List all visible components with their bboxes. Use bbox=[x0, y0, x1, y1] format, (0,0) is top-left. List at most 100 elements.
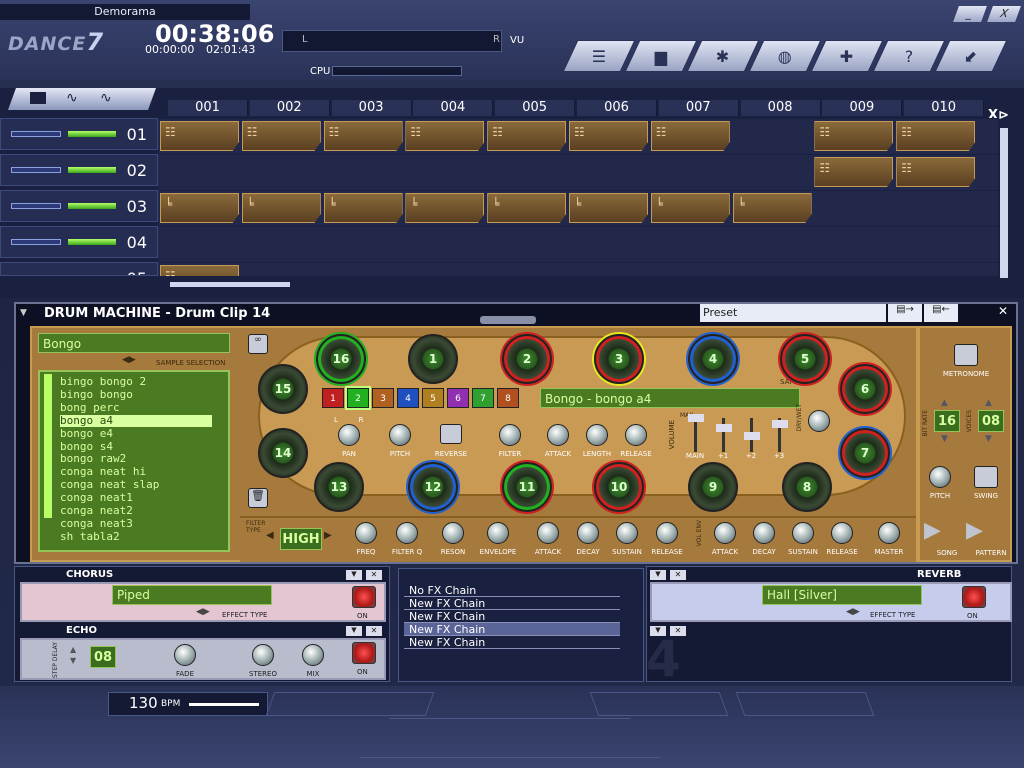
pattern-icon[interactable]: ∞ bbox=[248, 334, 268, 354]
wave-view-icon[interactable]: ∿ bbox=[66, 90, 78, 106]
fx-chain-item[interactable]: New FX Chain bbox=[404, 623, 620, 636]
drum-pad[interactable]: 1 bbox=[408, 334, 458, 384]
chorus-close-icon[interactable]: ✕ bbox=[366, 570, 382, 580]
pan-knob[interactable] bbox=[338, 424, 360, 446]
dm-close-icon[interactable]: ✕ bbox=[998, 304, 1008, 318]
close-button[interactable]: X bbox=[987, 6, 1021, 22]
sample-list-item[interactable]: conga neat slap bbox=[60, 478, 212, 492]
pitch-knob[interactable] bbox=[389, 424, 411, 446]
sample-list-item[interactable]: bongo e4 bbox=[60, 427, 212, 441]
save-preset-button[interactable]: ▤← bbox=[924, 304, 958, 322]
swing-button[interactable] bbox=[974, 466, 998, 488]
plus2-slider-handle[interactable] bbox=[744, 432, 760, 440]
column-header[interactable]: 004 bbox=[413, 100, 494, 116]
reverb-close-icon[interactable]: ✕ bbox=[670, 570, 686, 580]
plus1-slider-handle[interactable] bbox=[716, 424, 732, 432]
drum-pad[interactable]: 12 bbox=[408, 462, 458, 512]
fx-chain-item[interactable]: No FX Chain bbox=[404, 584, 620, 597]
fx-chain-item[interactable]: New FX Chain bbox=[404, 610, 620, 623]
track-pan-meter[interactable] bbox=[11, 167, 61, 173]
sample-list-item[interactable]: conga neat2 bbox=[60, 504, 212, 518]
sample-clip[interactable]: ╘ bbox=[650, 193, 730, 223]
track-pan-meter[interactable] bbox=[11, 131, 61, 137]
trash-icon[interactable]: 🗑 bbox=[248, 488, 268, 508]
sequence-button[interactable]: 3 bbox=[372, 388, 394, 408]
sequence-button[interactable]: 5 bbox=[422, 388, 444, 408]
column-header[interactable]: 003 bbox=[331, 100, 412, 116]
filter-knob[interactable] bbox=[499, 424, 521, 446]
drum-pad[interactable]: 7 bbox=[840, 428, 890, 478]
sample-clip[interactable]: ╘ bbox=[569, 193, 648, 223]
drum-pad[interactable]: 10 bbox=[594, 462, 644, 512]
reverb-on-button[interactable] bbox=[962, 586, 986, 608]
track-header[interactable]: 05 bbox=[0, 262, 158, 276]
filter-release-knob[interactable] bbox=[656, 522, 678, 544]
transport-slot-2[interactable] bbox=[589, 692, 729, 716]
tempo-slider[interactable] bbox=[189, 703, 259, 706]
drum-pad[interactable]: 13 bbox=[314, 462, 364, 512]
voices-down-icon[interactable]: ▼ bbox=[985, 434, 992, 444]
sample-clip[interactable]: ╘ bbox=[405, 193, 485, 223]
track-volume-meter[interactable] bbox=[68, 203, 116, 209]
drum-pad[interactable]: 16 bbox=[316, 334, 366, 384]
volenv-decay-knob[interactable] bbox=[753, 522, 775, 544]
category-select[interactable]: Bongo bbox=[38, 333, 230, 353]
chorus-collapse-icon[interactable]: ▼ bbox=[346, 570, 362, 580]
sample-clip[interactable]: ☷ bbox=[814, 157, 894, 187]
stereo-knob[interactable] bbox=[252, 644, 274, 666]
echo-collapse-icon[interactable]: ▼ bbox=[346, 626, 362, 636]
arrange-view-icon[interactable] bbox=[30, 92, 46, 104]
pitch-master-knob[interactable] bbox=[929, 466, 951, 488]
panel-handle[interactable] bbox=[480, 316, 536, 324]
chorus-type-arrows-icon[interactable]: ◀▶ bbox=[196, 607, 210, 617]
sequence-button[interactable]: 7 bbox=[472, 388, 494, 408]
filter-decay-knob[interactable] bbox=[577, 522, 599, 544]
track-header[interactable]: 03 bbox=[0, 190, 158, 222]
sequence-button[interactable]: 8 bbox=[497, 388, 519, 408]
echo-close-icon[interactable]: ✕ bbox=[366, 626, 382, 636]
bitrate-up-icon[interactable]: ▲ bbox=[941, 398, 948, 408]
track-volume-meter[interactable] bbox=[68, 239, 116, 245]
horizontal-scrollbar[interactable] bbox=[170, 282, 290, 287]
column-header[interactable]: 009 bbox=[822, 100, 903, 116]
drum-pad[interactable]: 3 bbox=[594, 334, 644, 384]
filter-freq-knob[interactable] bbox=[355, 522, 377, 544]
sequence-button[interactable]: 6 bbox=[447, 388, 469, 408]
drum-pad[interactable]: 15 bbox=[258, 364, 308, 414]
transport-slot-1[interactable] bbox=[265, 692, 435, 716]
reverse-button[interactable] bbox=[440, 424, 462, 444]
sample-clip[interactable]: ☷ bbox=[487, 121, 567, 151]
volenv-sustain-knob[interactable] bbox=[792, 522, 814, 544]
sequence-button[interactable]: 4 bbox=[397, 388, 419, 408]
mix-knob[interactable] bbox=[302, 644, 324, 666]
column-header[interactable]: 010 bbox=[904, 100, 985, 116]
reverb-type-arrows-icon[interactable]: ◀▶ bbox=[846, 607, 860, 617]
length-knob[interactable] bbox=[586, 424, 608, 446]
sample-list-item[interactable]: sh tabla2 bbox=[60, 530, 212, 544]
echo-on-button[interactable] bbox=[352, 642, 376, 664]
column-header[interactable]: 008 bbox=[740, 100, 821, 116]
song-play-icon[interactable]: ▶ bbox=[924, 518, 941, 543]
drum-pad[interactable]: 6 bbox=[840, 364, 890, 414]
sample-clip[interactable]: ╘ bbox=[323, 193, 403, 223]
sample-clip[interactable]: ╘ bbox=[732, 193, 812, 223]
drum-pad[interactable]: 11 bbox=[502, 462, 552, 512]
drum-pad[interactable]: 2 bbox=[502, 334, 552, 384]
sample-list-item[interactable]: bongo s4 bbox=[60, 440, 212, 454]
column-header[interactable]: 001 bbox=[168, 100, 248, 116]
drum-pad[interactable]: 9 bbox=[688, 462, 738, 512]
track-lane[interactable]: ☷ ☷ ☷ ☷ ☷ ☷ ☷ ☷ ☷ bbox=[158, 118, 998, 154]
sample-clip[interactable]: ☷ bbox=[160, 121, 239, 151]
sequence-button[interactable]: 1 bbox=[322, 388, 344, 408]
sample-clip[interactable]: ☷ bbox=[241, 121, 321, 151]
main-slider-handle[interactable] bbox=[688, 414, 704, 422]
chorus-type-display[interactable]: Piped bbox=[112, 585, 272, 605]
sample-clip[interactable]: ☷ bbox=[650, 121, 730, 151]
drum-pad[interactable]: 8 bbox=[782, 462, 832, 512]
sample-list-item[interactable]: conga neat hi bbox=[60, 465, 212, 479]
sample-list-item[interactable]: conga neat1 bbox=[60, 491, 212, 505]
vertical-scrollbar[interactable] bbox=[1000, 128, 1008, 278]
sample-list-item[interactable]: bongo raw2 bbox=[60, 453, 212, 466]
sample-list-item[interactable]: bingo bongo bbox=[60, 388, 212, 402]
curve-view-icon[interactable]: ∿ bbox=[100, 90, 112, 106]
